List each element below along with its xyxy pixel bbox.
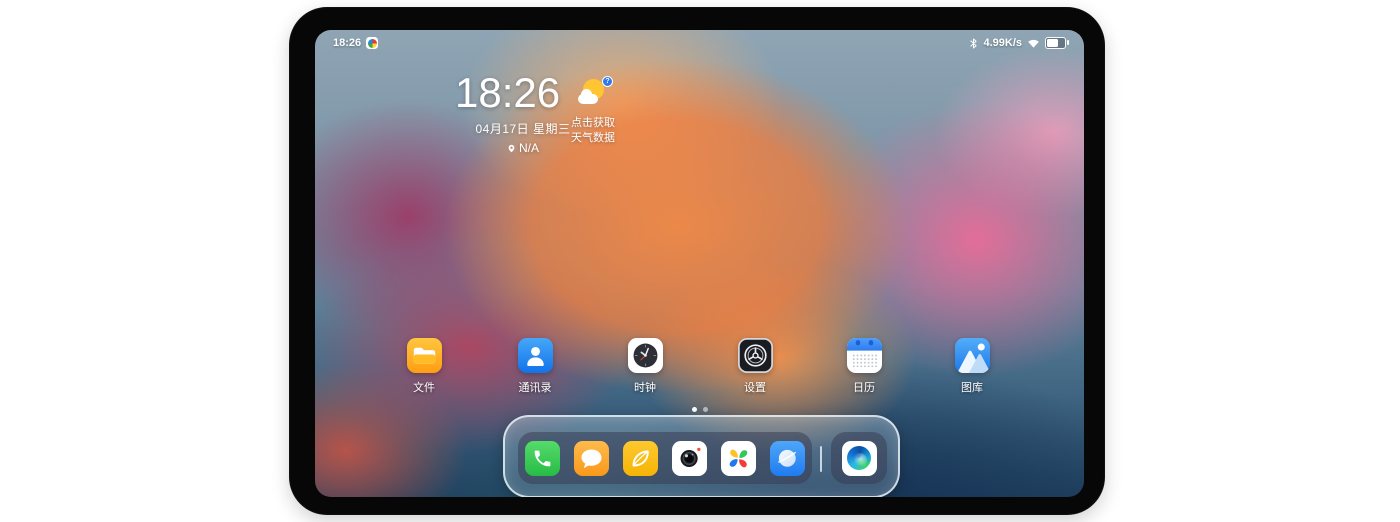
tablet-frame: 18:26 4.99K/s 18:26 04月17日 星期三 <box>289 7 1105 515</box>
app-item-gallery[interactable]: 图库 <box>932 338 1012 395</box>
files-icon <box>407 338 442 373</box>
clock-icon <box>628 338 663 373</box>
page-indicator <box>315 407 1084 412</box>
location-text: N/A <box>519 141 539 155</box>
status-bar: 18:26 4.99K/s <box>315 30 1084 56</box>
gallery-icon <box>955 338 990 373</box>
app-label: 通讯录 <box>495 379 575 395</box>
page-dot <box>703 407 708 412</box>
browser-leaf-icon[interactable] <box>623 441 658 476</box>
battery-icon <box>1045 37 1066 49</box>
app-item-clock[interactable]: 时钟 <box>605 338 685 395</box>
app-label: 设置 <box>715 379 795 395</box>
app-label: 日历 <box>824 379 904 395</box>
clock-date: 04月17日 星期三 <box>465 120 581 137</box>
settings-icon <box>738 338 773 373</box>
clock-time: 18:26 <box>455 72 581 114</box>
app-label: 时钟 <box>605 379 685 395</box>
weather-hint-line2: 天气数据 <box>571 131 615 146</box>
weather-widget[interactable]: ? 点击获取 天气数据 <box>571 78 615 146</box>
messages-icon[interactable] <box>574 441 609 476</box>
weather-question-badge: ? <box>602 76 613 87</box>
bluetooth-icon <box>969 37 978 50</box>
dock-divider <box>820 446 822 472</box>
status-time: 18:26 <box>333 37 361 49</box>
browser-planet-icon[interactable] <box>770 441 805 476</box>
dock-main-section <box>518 432 812 484</box>
page-dot-active <box>692 407 697 412</box>
app-item-calendar[interactable]: 日历 <box>824 338 904 395</box>
camera-icon[interactable] <box>672 441 707 476</box>
contacts-icon <box>518 338 553 373</box>
dock <box>503 415 900 497</box>
app-label: 图库 <box>932 379 1012 395</box>
wifi-icon <box>1027 38 1040 49</box>
home-screen-wallpaper: 18:26 4.99K/s 18:26 04月17日 星期三 <box>315 30 1084 497</box>
sun-cloud-icon: ? <box>577 78 615 113</box>
app-item-settings[interactable]: 设置 <box>715 338 795 395</box>
phone-icon[interactable] <box>525 441 560 476</box>
weather-hint-line1: 点击获取 <box>571 116 615 131</box>
clock-widget[interactable]: 18:26 04月17日 星期三 N/A <box>455 72 581 155</box>
pinwheel-app-indicator-icon <box>366 37 378 49</box>
app-item-contacts[interactable]: 通讯录 <box>495 338 575 395</box>
edge-icon[interactable] <box>842 441 877 476</box>
dock-recent-section <box>831 432 887 484</box>
app-label: 文件 <box>384 379 464 395</box>
app-item-files[interactable]: 文件 <box>384 338 464 395</box>
app-market-icon[interactable] <box>721 441 756 476</box>
calendar-icon <box>847 338 882 373</box>
location-pin-icon <box>507 144 516 153</box>
network-speed: 4.99K/s <box>983 37 1022 49</box>
